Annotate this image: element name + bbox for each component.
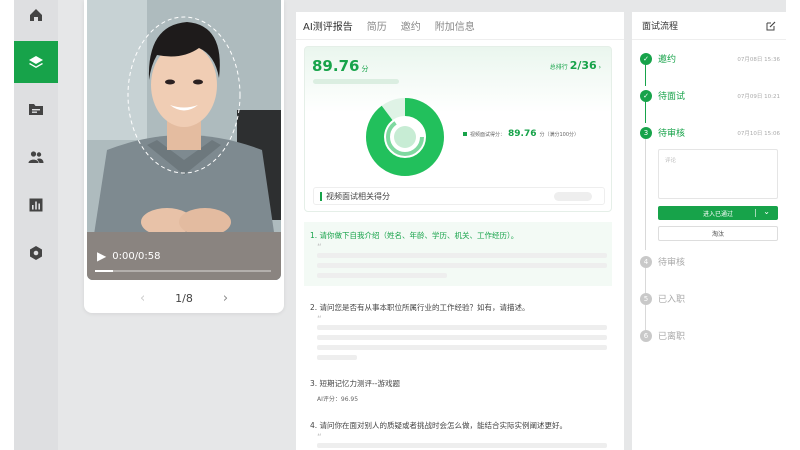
legend-swatch bbox=[463, 132, 467, 136]
nav-chart[interactable] bbox=[14, 184, 58, 226]
users-icon bbox=[28, 151, 44, 163]
step-2[interactable]: ✓ 待面试 07月09日 10:21 bbox=[640, 89, 780, 102]
nav-folder[interactable] bbox=[14, 88, 58, 130]
comment-input[interactable]: 评论 bbox=[658, 149, 778, 199]
right-margin bbox=[786, 0, 800, 450]
video-progress-fill bbox=[95, 270, 113, 272]
question-3[interactable]: 3. 短期记忆力测评--游戏题 AI评分：96.95 bbox=[304, 370, 612, 406]
nav-users[interactable] bbox=[14, 136, 58, 178]
tab-extra-info[interactable]: 附加信息 bbox=[435, 18, 475, 33]
layers-icon bbox=[29, 56, 43, 68]
tab-invitation[interactable]: 邀约 bbox=[401, 18, 421, 33]
check-icon: ✓ bbox=[640, 52, 652, 65]
prev-arrow-icon[interactable]: ‹ bbox=[140, 291, 145, 306]
video-card: ▶ 0:00/0:58 ‹ 1/8 › bbox=[84, 0, 284, 313]
step-4[interactable]: 4 待审核 bbox=[640, 255, 780, 268]
chevron-down-icon[interactable]: ⌄ bbox=[763, 207, 770, 216]
home-icon bbox=[30, 9, 42, 21]
process-title: 面试流程 bbox=[642, 22, 679, 32]
video-progress[interactable] bbox=[95, 270, 271, 272]
candidate-video[interactable]: ▶ 0:00/0:58 bbox=[87, 0, 281, 280]
nav-settings[interactable] bbox=[14, 232, 58, 274]
score-card: 89.76 分 总排行 2/36 › 视频面试得分： 89.76 分（满分100分）… bbox=[304, 46, 612, 212]
interview-process-panel: 面试流程 ✓ 邀约 07月08日 15:36 ✓ 待面试 07月09日 10:2… bbox=[632, 12, 786, 450]
video-score-label: 视频面试相关得分 bbox=[326, 191, 390, 201]
question-1[interactable]: 1. 请你做下自我介绍（姓名、年龄、学历、机关、工作经历）。 “ bbox=[304, 222, 612, 286]
total-score: 89.76 分 bbox=[312, 57, 369, 75]
step-3[interactable]: 3 待审核 07月10日 15:06 bbox=[640, 126, 780, 139]
rank: 总排行 2/36 › bbox=[549, 59, 601, 72]
ai-score: AI评分：96.95 bbox=[317, 396, 359, 403]
tab-ai-report[interactable]: AI测评报告 bbox=[303, 18, 353, 33]
tab-resume[interactable]: 简历 bbox=[367, 18, 387, 33]
nav-layers[interactable] bbox=[14, 41, 58, 83]
report-tabs: AI测评报告 简历 邀约 附加信息 bbox=[296, 12, 624, 40]
report-panel: AI测评报告 简历 邀约 附加信息 89.76 分 总排行 2/36 › 视频面试得… bbox=[296, 12, 624, 450]
nav-home[interactable] bbox=[14, 0, 58, 36]
process-header: 面试流程 bbox=[632, 12, 786, 40]
settings-hex-icon bbox=[30, 246, 42, 260]
chart-icon bbox=[29, 198, 43, 212]
folder-icon bbox=[29, 104, 43, 115]
video-pager: ‹ 1/8 › bbox=[84, 288, 284, 308]
step-6[interactable]: 6 已离职 bbox=[640, 329, 780, 342]
step-1[interactable]: ✓ 邀约 07月08日 15:36 bbox=[640, 52, 780, 65]
pass-button[interactable]: 进入已通过 ⌄ bbox=[658, 206, 778, 220]
question-4[interactable]: 4. 请问你在面对别人的质疑或者挑战时会怎么做，能结合实际实例阐述更好。 “ bbox=[304, 412, 612, 450]
pager-count: 1/8 bbox=[175, 291, 193, 305]
eliminate-button[interactable]: 淘汰 bbox=[658, 226, 778, 241]
check-icon: ✓ bbox=[640, 89, 652, 102]
score-sub-bar bbox=[313, 79, 399, 84]
video-score-row[interactable]: 视频面试相关得分 bbox=[313, 187, 605, 205]
play-icon[interactable]: ▶ bbox=[97, 249, 106, 263]
score-donut-chart bbox=[366, 98, 444, 176]
candidate-portrait bbox=[87, 0, 281, 280]
step-5[interactable]: 5 已入职 bbox=[640, 292, 780, 305]
icon-sidebar bbox=[14, 0, 58, 450]
edit-icon[interactable] bbox=[766, 21, 776, 31]
next-arrow-icon[interactable]: › bbox=[223, 291, 228, 306]
video-time: 0:00/0:58 bbox=[112, 250, 161, 262]
video-controls: ▶ 0:00/0:58 bbox=[97, 249, 161, 263]
question-2[interactable]: 2. 请问您是否有从事本职位所属行业的工作经验？如有，请描述。 “ bbox=[304, 294, 612, 364]
score-legend: 视频面试得分： 89.76 分（满分100分） bbox=[463, 129, 579, 139]
step-number: 3 bbox=[640, 126, 652, 139]
